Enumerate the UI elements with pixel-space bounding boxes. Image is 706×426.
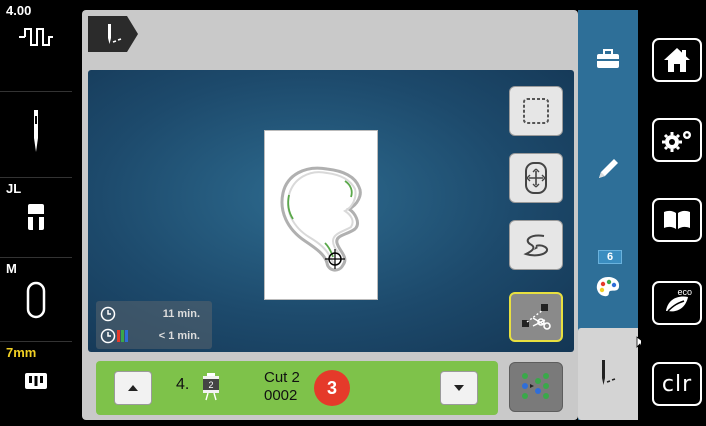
color-sequence-icon xyxy=(522,373,549,399)
stitch-tab[interactable] xyxy=(578,328,638,420)
color-count-badge: 6 xyxy=(598,250,622,264)
color-spool-icon: 2 xyxy=(200,372,222,407)
case-icon xyxy=(597,49,619,68)
edit-tab[interactable] xyxy=(578,156,638,182)
cut-connecting-thread-icon xyxy=(522,304,551,330)
presser-foot-icon xyxy=(0,202,72,236)
needle-icon xyxy=(0,108,72,154)
presser-foot-label: JL xyxy=(6,181,22,196)
home-icon xyxy=(664,48,690,72)
stitch-plate-cell[interactable]: 7mm xyxy=(0,342,72,426)
stitch-tab-icon xyxy=(598,358,620,393)
clear-button[interactable]: clr xyxy=(652,362,702,406)
stitch-count: 0002 xyxy=(264,387,298,404)
move-hoop-icon xyxy=(525,162,547,194)
color-sequence-button[interactable] xyxy=(509,362,563,412)
cut-connecting-thread-button[interactable] xyxy=(509,292,563,342)
tutorial-button[interactable] xyxy=(652,198,702,242)
stitch-width-value: 4.00 xyxy=(6,3,32,18)
stitch-width-icon xyxy=(0,24,72,50)
hoop-frame-button[interactable] xyxy=(509,86,563,136)
hoop-frame-icon xyxy=(523,98,549,124)
move-hoop-button[interactable] xyxy=(509,153,563,203)
previous-color-button[interactable] xyxy=(114,371,152,405)
presser-foot-cell[interactable]: JL xyxy=(0,178,72,258)
arrow-up-icon xyxy=(128,385,138,391)
cut-info: Cut 2 0002 xyxy=(264,369,300,405)
stitch-width-cell[interactable]: 4.00 xyxy=(0,0,72,92)
edit-pencil-icon xyxy=(599,159,618,178)
cut-label: Cut 2 xyxy=(264,369,300,386)
color-palette-icon xyxy=(596,277,620,297)
design-hoop-area[interactable] xyxy=(264,130,378,300)
hoop-label: M xyxy=(6,261,17,276)
color-time-row: < 1 min. xyxy=(100,325,208,347)
total-time-value: 11 min. xyxy=(162,308,200,320)
case-tab[interactable] xyxy=(578,48,638,70)
connect-stitch-icon xyxy=(523,234,548,257)
left-sidebar: 4.00 JL M 7mm xyxy=(0,0,72,426)
eco-button[interactable]: eco xyxy=(652,281,702,325)
tutorial-book-icon xyxy=(664,210,690,229)
settings-icon xyxy=(662,131,691,152)
needle-cell[interactable] xyxy=(0,92,72,178)
hoop-cell[interactable]: M xyxy=(0,258,72,342)
clr-label: clr xyxy=(661,371,693,397)
needle-size-label: 7mm xyxy=(6,345,37,360)
arrow-down-icon xyxy=(454,385,464,391)
time-info-box: 11 min. < 1 min. xyxy=(96,301,212,349)
next-color-button[interactable] xyxy=(440,371,478,405)
stitch-plate-icon xyxy=(0,372,72,390)
cut-count-badge: 3 xyxy=(314,370,350,406)
svg-text:2: 2 xyxy=(208,380,213,390)
settings-button[interactable] xyxy=(652,118,702,162)
clock-icon xyxy=(100,306,116,322)
home-button[interactable] xyxy=(652,38,702,82)
color-time-value: < 1 min. xyxy=(158,330,200,342)
embroidery-mode-icon xyxy=(104,22,126,51)
clock-color-icon xyxy=(100,328,128,344)
design-outline xyxy=(280,166,362,272)
eco-label: eco xyxy=(677,287,692,297)
total-time-row: 11 min. xyxy=(100,303,208,325)
color-info-bar: 4. 2 Cut 2 0002 3 xyxy=(96,361,498,415)
connect-stitch-button[interactable] xyxy=(509,220,563,270)
color-number: 4. xyxy=(176,376,190,393)
color-tab[interactable] xyxy=(578,274,638,300)
hoop-icon xyxy=(0,280,72,320)
